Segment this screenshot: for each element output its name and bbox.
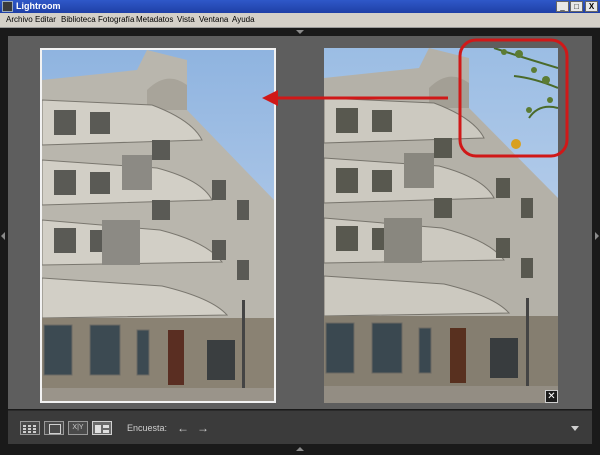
menu-metadatos[interactable]: Metadatos bbox=[136, 13, 173, 27]
annotation-arrow-head bbox=[262, 90, 278, 106]
lightroom-window: Lightroom _ □ X Archivo Editar Bibliotec… bbox=[0, 0, 600, 455]
survey-label: Encuesta: bbox=[127, 423, 168, 433]
annotation-circle bbox=[458, 38, 569, 158]
menu-fotografia[interactable]: Fotografía bbox=[98, 13, 134, 27]
app-icon bbox=[2, 1, 13, 12]
annotation-overlay bbox=[262, 38, 569, 158]
menu-vista[interactable]: Vista bbox=[177, 13, 195, 27]
menu-bar: Archivo Editar Biblioteca Fotografía Met… bbox=[0, 13, 600, 28]
survey-view-area: ✕ bbox=[8, 36, 592, 409]
loupe-icon bbox=[49, 424, 61, 434]
arrow-right-icon[interactable]: → bbox=[196, 421, 210, 435]
arrow-left-icon[interactable]: ← bbox=[176, 421, 190, 435]
menu-ventana[interactable]: Ventana bbox=[199, 13, 228, 27]
chevron-up-icon bbox=[296, 447, 304, 451]
close-icon[interactable]: ✕ bbox=[545, 390, 558, 403]
top-panel-toggle[interactable] bbox=[0, 28, 600, 36]
grid-icon bbox=[23, 425, 36, 433]
menu-archivo[interactable]: Archivo bbox=[6, 13, 33, 27]
toolbar: X|Y Encuesta: ← → bbox=[8, 410, 592, 445]
chevron-left-icon bbox=[1, 232, 5, 240]
title-bar: Lightroom _ □ X bbox=[0, 0, 600, 13]
minimize-button[interactable]: _ bbox=[556, 1, 569, 12]
survey-icon bbox=[95, 425, 109, 433]
menu-biblioteca[interactable]: Biblioteca bbox=[61, 13, 96, 27]
chevron-down-icon[interactable] bbox=[571, 426, 579, 431]
close-button[interactable]: X bbox=[585, 1, 598, 12]
bottom-panel-toggle[interactable] bbox=[0, 444, 600, 455]
menu-editar[interactable]: Editar bbox=[35, 13, 56, 27]
survey-view-button[interactable] bbox=[92, 421, 112, 435]
compare-view-button[interactable]: X|Y bbox=[68, 421, 88, 435]
menu-ayuda[interactable]: Ayuda bbox=[232, 13, 255, 27]
loupe-view-button[interactable] bbox=[44, 421, 64, 435]
chevron-right-icon bbox=[595, 232, 599, 240]
grid-view-button[interactable] bbox=[20, 421, 40, 435]
chevron-up-icon bbox=[296, 30, 304, 34]
maximize-button[interactable]: □ bbox=[570, 1, 583, 12]
window-title: Lightroom bbox=[16, 1, 61, 11]
